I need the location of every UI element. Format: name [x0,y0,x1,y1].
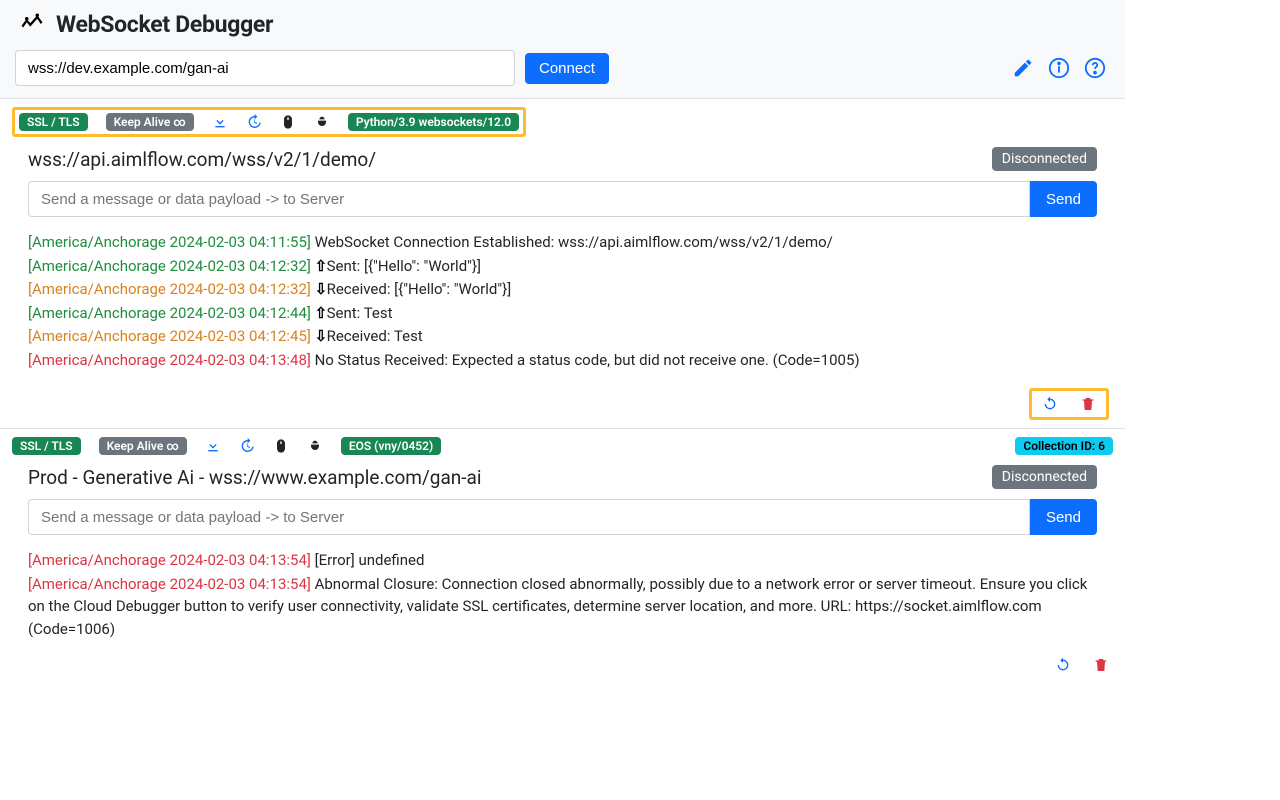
log-message: Received: Test [327,327,423,345]
download-icon[interactable] [212,114,228,130]
log-message: Sent: [{"Hello": "World"}] [327,257,481,275]
panel2-message-input[interactable] [28,499,1030,535]
help-icon[interactable] [1084,57,1106,79]
log-timestamp: [America/Anchorage 2024-02-03 04:12:45] [28,327,315,345]
panel2-toolbar: SSL / TLS Keep Alive ∞ EOS (vny/0452) Co… [0,429,1125,463]
log-line: [America/Anchorage 2024-02-03 04:12:32] … [28,278,1097,301]
mouse-icon[interactable] [273,438,289,454]
log-line: [America/Anchorage 2024-02-03 04:12:32] … [28,255,1097,278]
panel1-message-input[interactable] [28,181,1030,217]
panel1-send-button[interactable]: Send [1030,181,1097,217]
reconnect-icon[interactable] [1042,396,1058,412]
log-message: WebSocket Connection Established: wss://… [315,233,833,251]
panel1-status-badge: Disconnected [992,147,1097,171]
panel1-log: [America/Anchorage 2024-02-03 04:11:55] … [0,231,1125,380]
log-line: [America/Anchorage 2024-02-03 04:12:45] … [28,325,1097,348]
log-timestamp: [America/Anchorage 2024-02-03 04:12:44] [28,304,315,322]
connection-panel-1: SSL / TLS Keep Alive ∞ Python/3.9 websoc… [0,98,1125,428]
ssl-badge: SSL / TLS [12,437,81,455]
log-timestamp: [America/Anchorage 2024-02-03 04:13:48] [28,351,315,369]
delete-icon[interactable] [1093,657,1109,673]
panel2-title-row: Prod - Generative Ai - wss://www.example… [0,463,1125,499]
direction-arrow-icon: ⇩ [315,278,327,301]
direction-arrow-icon: ⇧ [315,302,327,325]
log-timestamp: [America/Anchorage 2024-02-03 04:13:54] [28,575,315,593]
log-timestamp: [America/Anchorage 2024-02-03 04:12:32] [28,257,315,275]
panel2-send-button[interactable]: Send [1030,499,1097,535]
app-title: WebSocket Debugger [56,11,273,38]
server-header-badge: Python/3.9 websockets/12.0 [348,113,519,131]
log-timestamp: [America/Anchorage 2024-02-03 04:11:55] [28,233,315,251]
history-icon[interactable] [239,438,255,454]
log-message: Sent: Test [327,304,393,322]
connect-bar: Connect [0,50,1125,98]
log-message: [Error] undefined [315,551,425,569]
panel1-title: wss://api.aimlflow.com/wss/v2/1/demo/ [28,148,376,171]
direction-arrow-icon: ⇩ [315,325,327,348]
panel2-title: Prod - Generative Ai - wss://www.example… [28,466,482,489]
delete-icon[interactable] [1080,396,1096,412]
keepalive-badge: Keep Alive ∞ [99,437,187,455]
websocket-url-input[interactable] [15,50,515,86]
panel1-title-row: wss://api.aimlflow.com/wss/v2/1/demo/ Di… [0,145,1125,181]
connect-button[interactable]: Connect [525,53,609,84]
log-line: [America/Anchorage 2024-02-03 04:12:44] … [28,302,1097,325]
direction-arrow-icon: ⇧ [315,255,327,278]
reconnect-icon[interactable] [1055,657,1071,673]
log-timestamp: [America/Anchorage 2024-02-03 04:13:54] [28,551,315,569]
log-line: [America/Anchorage 2024-02-03 04:13:54] … [28,549,1097,572]
collection-id-badge: Collection ID: 6 [1015,437,1113,455]
panel1-toolbar: SSL / TLS Keep Alive ∞ Python/3.9 websoc… [0,99,1125,145]
bug-icon[interactable] [314,114,330,130]
log-timestamp: [America/Anchorage 2024-02-03 04:12:32] [28,280,315,298]
ssl-badge: SSL / TLS [19,113,88,131]
server-header-badge: EOS (vny/0452) [341,437,441,455]
history-icon[interactable] [246,114,262,130]
panel2-log: [America/Anchorage 2024-02-03 04:13:54] … [0,549,1125,649]
edit-icon[interactable] [1012,57,1034,79]
log-message: Received: [{"Hello": "World"}] [327,280,512,298]
keepalive-badge: Keep Alive ∞ [106,113,194,131]
log-line: [America/Anchorage 2024-02-03 04:13:54] … [28,573,1097,641]
highlight-box-toolbar: SSL / TLS Keep Alive ∞ Python/3.9 websoc… [12,107,526,137]
log-message: No Status Received: Expected a status co… [315,351,860,369]
log-line: [America/Anchorage 2024-02-03 04:13:48] … [28,349,1097,372]
log-line: [America/Anchorage 2024-02-03 04:11:55] … [28,231,1097,254]
mouse-icon[interactable] [280,114,296,130]
app-header: WebSocket Debugger [0,10,1125,50]
bug-icon[interactable] [307,438,323,454]
info-icon[interactable] [1048,57,1070,79]
connection-panel-2: SSL / TLS Keep Alive ∞ EOS (vny/0452) Co… [0,428,1125,681]
highlight-box-actions [1029,388,1109,420]
panel2-status-badge: Disconnected [992,465,1097,489]
download-icon[interactable] [205,438,221,454]
app-logo-icon [18,10,46,38]
